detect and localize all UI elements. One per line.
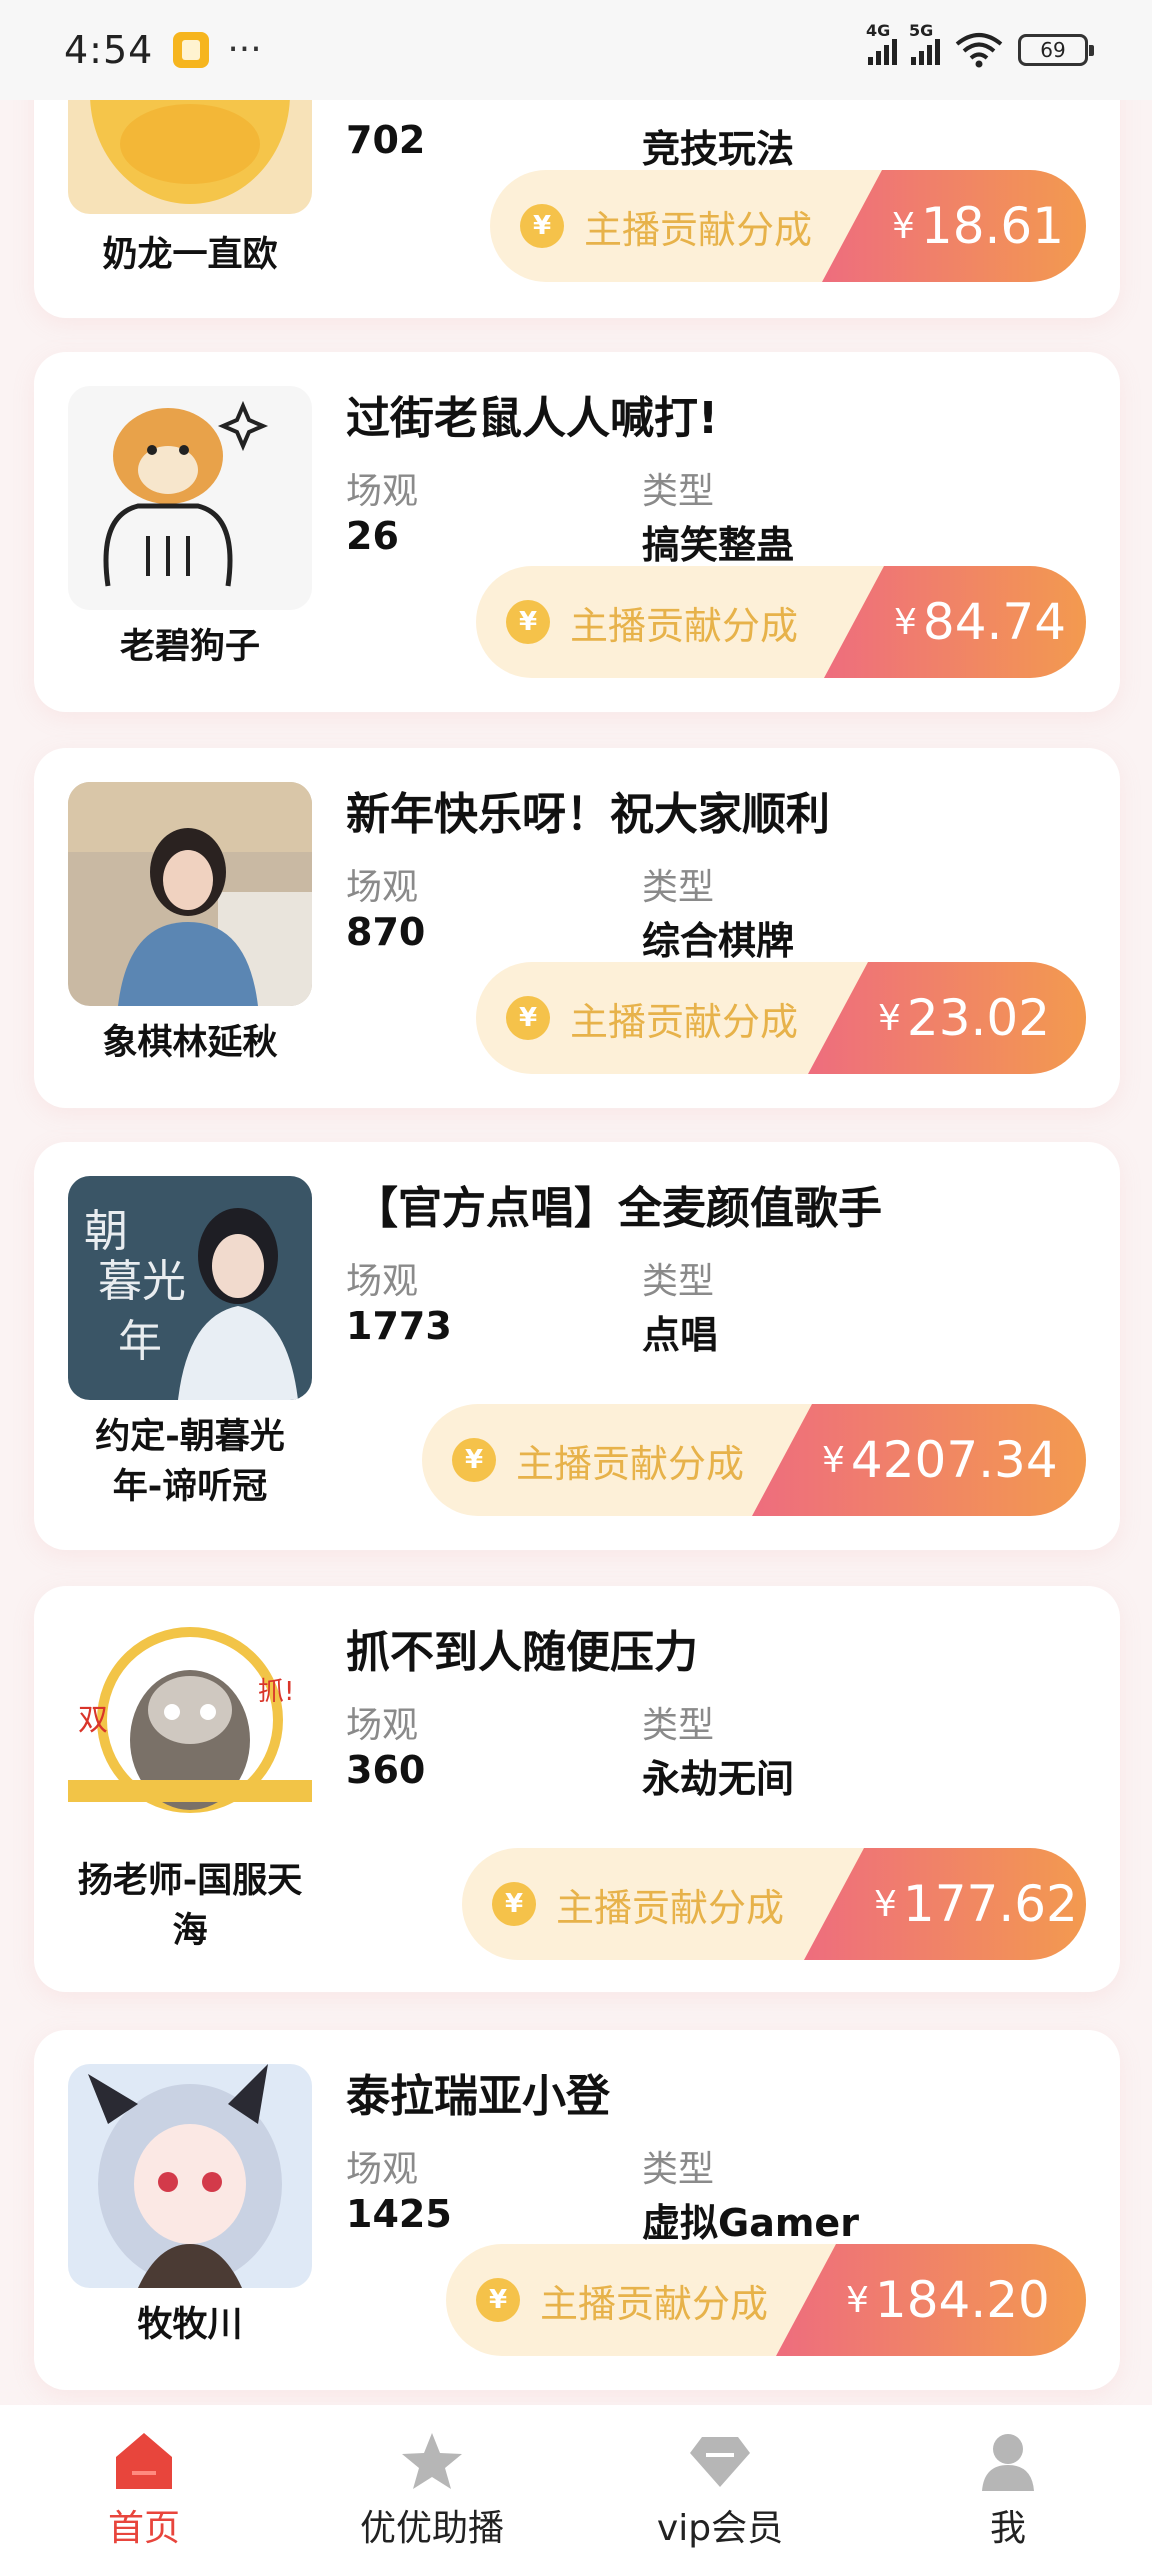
views-label: 场观 <box>346 471 419 512</box>
nav-assist[interactable]: 优优助播 <box>288 2405 576 2560</box>
room-card[interactable]: 双 抓! 扬老师-国服天 海 抓不到人随便压力 场观 类型 360 永劫无间 ¥… <box>34 1586 1120 1992</box>
views-value: 26 <box>346 514 399 558</box>
more-notifications-icon: ··· <box>227 29 262 70</box>
host-avatar <box>68 2064 312 2288</box>
earn-badge[interactable]: ¥ 主播贡献分成 ¥23.02 <box>476 962 1086 1074</box>
host-name: 奶龙一直欧 <box>102 235 278 275</box>
coin-icon: ¥ <box>492 1882 536 1926</box>
avatar-text-2: 暮光 <box>98 1256 186 1307</box>
type-value: 搞笑整蛊 <box>642 523 795 567</box>
type-value: 综合棋牌 <box>642 919 795 963</box>
room-card[interactable]: 老碧狗子 过街老鼠人人喊打! 场观 类型 26 搞笑整蛊 ¥ 主播贡献分成 ¥8… <box>34 352 1120 712</box>
user-icon <box>982 2434 1034 2491</box>
views-label: 场观 <box>346 867 419 908</box>
avatar-text-left: 双 <box>78 1703 108 1738</box>
earn-badge[interactable]: ¥ 主播贡献分成 ¥184.20 <box>446 2244 1086 2356</box>
earn-amount: ¥184.20 <box>776 2244 1086 2356</box>
earn-amount: ¥4207.34 <box>752 1404 1086 1516</box>
earn-badge[interactable]: ¥ 主播贡献分成 ¥18.61 <box>490 170 1086 282</box>
host-name: 象棋林延秋 <box>102 1023 278 1063</box>
room-title: 过街老鼠人人喊打! <box>346 393 719 444</box>
coin-icon: ¥ <box>520 204 564 248</box>
coin-icon: ¥ <box>506 600 550 644</box>
type-value: 竞技玩法 <box>642 127 795 171</box>
type-value: 点唱 <box>642 1313 719 1357</box>
battery-icon: 69 <box>1018 34 1094 66</box>
views-value: 702 <box>346 118 426 162</box>
host-avatar: 朝 暮光 年 <box>68 1176 312 1400</box>
nav-label: vip会员 <box>656 2508 784 2549</box>
host-name-line2: 年-谛听冠 <box>112 1467 268 1507</box>
earn-amount: ¥23.02 <box>808 962 1086 1074</box>
earn-badge[interactable]: ¥ 主播贡献分成 ¥84.74 <box>476 566 1086 678</box>
coin-icon: ¥ <box>452 1438 496 1482</box>
type-label: 类型 <box>642 1705 715 1746</box>
earn-badge[interactable]: ¥ 主播贡献分成 ¥4207.34 <box>422 1404 1086 1516</box>
host-name-line2: 海 <box>172 1911 208 1951</box>
nav-vip[interactable]: vip会员 <box>576 2405 864 2560</box>
type-label: 类型 <box>642 471 715 512</box>
room-title: 抓不到人随便压力 <box>346 1627 698 1678</box>
views-value: 360 <box>346 1748 426 1792</box>
host-name: 老碧狗子 <box>119 627 260 667</box>
earn-amount: ¥177.62 <box>804 1848 1086 1960</box>
type-value: 永劫无间 <box>642 1757 795 1801</box>
cellular-5g-icon: 5G <box>909 21 940 65</box>
avatar-text-1: 朝 <box>84 1206 128 1257</box>
host-name-line1: 约定-朝暮光 <box>95 1417 285 1457</box>
earn-label: 主播贡献分成 <box>540 2281 769 2326</box>
avatar-text-right: 抓! <box>258 1677 294 1707</box>
views-value: 1773 <box>346 1304 452 1348</box>
earn-label: 主播贡献分成 <box>570 999 799 1044</box>
room-card[interactable]: 朝 暮光 年 约定-朝暮光 年-谛听冠 【官方点唱】全麦颜值歌手 场观 类型 1… <box>34 1142 1120 1550</box>
nav-label: 优优助播 <box>359 2508 504 2549</box>
views-value: 870 <box>346 910 426 954</box>
views-value: 1425 <box>346 2192 452 2236</box>
earn-amount: ¥18.61 <box>822 170 1086 282</box>
host-name: 牧牧川 <box>137 2305 243 2345</box>
coin-icon: ¥ <box>476 2278 520 2322</box>
views-label: 场观 <box>346 1261 419 1302</box>
nav-home[interactable]: 首页 <box>0 2405 288 2560</box>
earn-badge[interactable]: ¥ 主播贡献分成 ¥177.62 <box>462 1848 1086 1960</box>
host-avatar: 双 抓! <box>68 1620 312 1844</box>
type-label: 类型 <box>642 867 715 908</box>
nav-label: 首页 <box>107 2508 180 2549</box>
diamond-icon <box>690 2437 750 2487</box>
bottom-nav: 首页 优优助播 vip会员 我 <box>0 2405 1152 2560</box>
earn-label: 主播贡献分成 <box>584 207 813 252</box>
room-title: 新年快乐呀！祝大家顺利 <box>346 789 830 840</box>
home-icon <box>116 2433 172 2489</box>
avatar-text-3: 年 <box>118 1316 162 1367</box>
network-type-label: 5G <box>909 21 934 40</box>
status-indicators: 4G 5G 69 <box>866 21 1094 68</box>
room-card[interactable]: 象棋林延秋 新年快乐呀！祝大家顺利 场观 类型 870 综合棋牌 ¥ 主播贡献分… <box>34 748 1120 1108</box>
host-avatar <box>68 782 312 1006</box>
room-card[interactable]: 牧牧川 泰拉瑞亚小登 场观 类型 1425 虚拟Gamer ¥ 主播贡献分成 ¥… <box>34 2030 1120 2390</box>
status-time: 4:54 <box>64 28 154 72</box>
wifi-icon <box>955 33 1003 68</box>
type-label: 类型 <box>642 1261 715 1302</box>
status-bar: 4:54 ··· 4G 5G 69 <box>0 0 1152 100</box>
room-title: 【官方点唱】全麦颜值歌手 <box>354 1183 882 1234</box>
earn-label: 主播贡献分成 <box>556 1885 785 1930</box>
room-title: 泰拉瑞亚小登 <box>346 2071 610 2122</box>
earn-amount: ¥84.74 <box>824 566 1086 678</box>
star-icon <box>402 2433 462 2489</box>
notification-app-icon <box>173 32 210 68</box>
earn-label: 主播贡献分成 <box>570 603 799 648</box>
host-avatar <box>68 386 312 610</box>
type-label: 类型 <box>642 2149 715 2190</box>
network-type-label: 4G <box>866 21 891 40</box>
coin-icon: ¥ <box>506 996 550 1040</box>
earn-label: 主播贡献分成 <box>516 1441 745 1486</box>
type-value: 虚拟Gamer <box>642 2201 859 2245</box>
nav-label: 我 <box>989 2508 1026 2549</box>
views-label: 场观 <box>346 1705 419 1746</box>
nav-me[interactable]: 我 <box>864 2405 1152 2560</box>
cellular-4g-icon: 4G <box>866 21 897 65</box>
host-name-line1: 扬老师-国服天 <box>77 1861 303 1901</box>
views-label: 场观 <box>346 2149 419 2190</box>
